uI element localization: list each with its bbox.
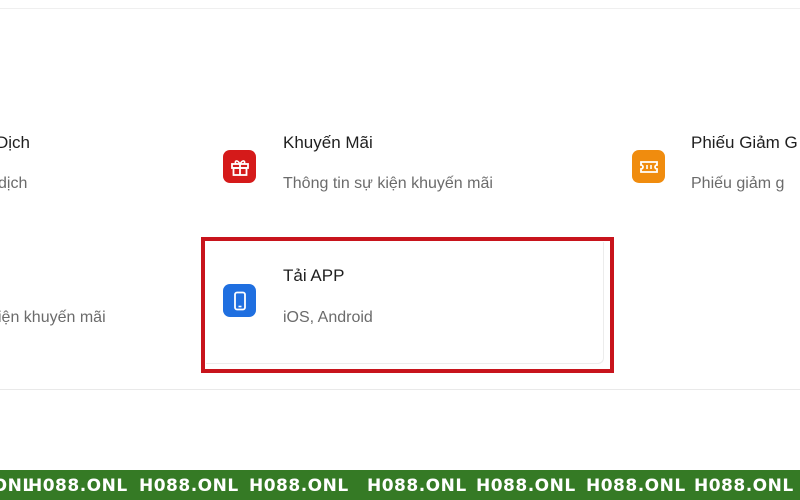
card-transaction-desc: dịch xyxy=(0,175,28,192)
watermark-text: H088.ONL xyxy=(476,476,576,496)
gift-icon xyxy=(223,150,256,183)
card-promotion-desc: Thông tin sự kiện khuyến mãi xyxy=(283,175,493,192)
card-transaction[interactable]: Dịch dịch xyxy=(0,120,150,200)
watermark-text: H088.ONL xyxy=(694,476,794,496)
card-transaction-title: Dịch xyxy=(0,133,31,152)
bottom-divider xyxy=(0,389,800,390)
watermark-text: H088.ONL xyxy=(586,476,686,496)
card-promotion[interactable]: Khuyến Mãi Thông tin sự kiện khuyến mãi xyxy=(206,120,606,210)
highlight-frame xyxy=(201,237,614,373)
card-promotion-title: Khuyến Mãi xyxy=(283,133,373,152)
watermark-text: H088.ONL xyxy=(249,476,349,496)
ticket-icon xyxy=(632,150,665,183)
watermark-text: H088.ONL xyxy=(28,476,128,496)
card-coupon[interactable]: Phiếu Giảm G Phiếu giảm g xyxy=(612,120,800,210)
card-promo-info[interactable]: iện khuyến mãi xyxy=(0,290,150,350)
card-coupon-desc: Phiếu giảm g xyxy=(691,175,785,192)
card-promo-info-desc: iện khuyến mãi xyxy=(0,309,106,326)
watermark-text: H088.ONL xyxy=(367,476,467,496)
card-coupon-title: Phiếu Giảm G xyxy=(691,133,798,152)
watermark-text: H088.ONL xyxy=(139,476,239,496)
watermark-banner: H088.ONL H088.ONL H088.ONL H088.ONL H088… xyxy=(0,470,800,500)
top-divider xyxy=(0,8,800,9)
